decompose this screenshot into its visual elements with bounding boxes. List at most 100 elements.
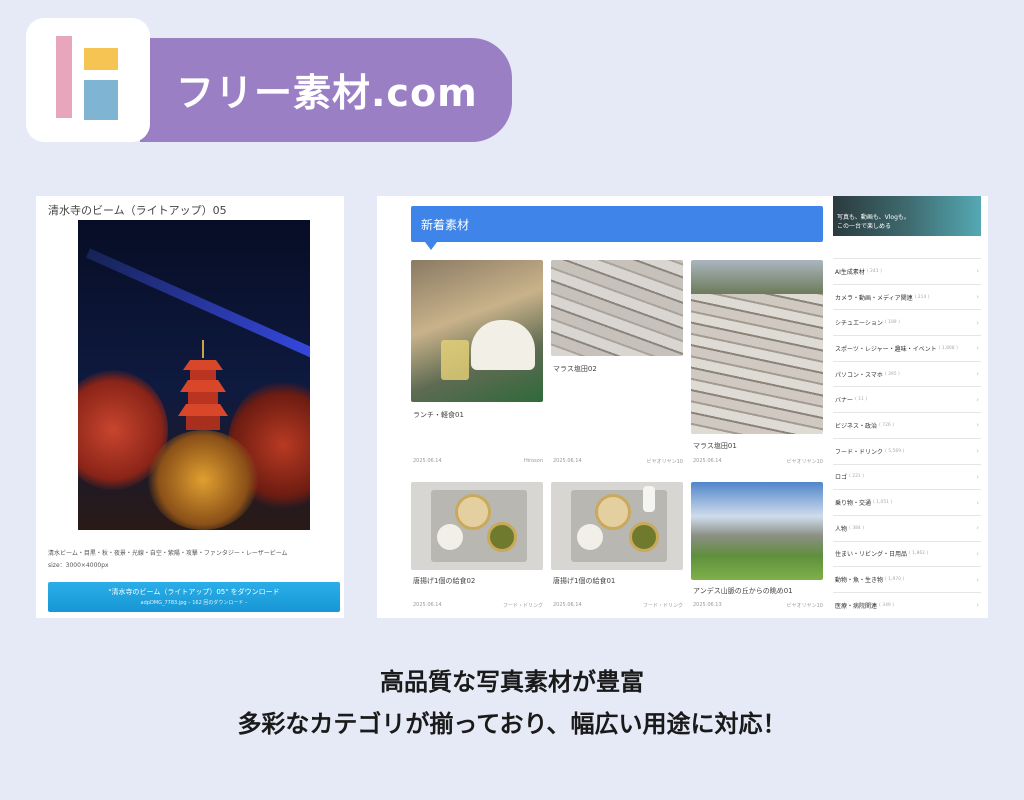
mountain-bg (691, 260, 823, 294)
chevron-right-icon: › (976, 498, 979, 507)
sidebar-category-item[interactable]: フード・ドリンク( 5,569 ) › (833, 437, 981, 464)
burger-box (471, 320, 535, 370)
ad-text: 写真も、動画も、Vlogも。 この一台で楽しめる (837, 213, 910, 231)
category-label: 住まい・リビング・日用品 (835, 551, 908, 559)
category-label: AI生成素材 (835, 268, 865, 276)
ad-text-line1: 写真も、動画も、Vlogも。 (837, 214, 910, 221)
card-title[interactable]: マラス塩田01 (693, 441, 737, 451)
category-count: ( 384 ) (849, 525, 864, 531)
chevron-right-icon: › (976, 421, 979, 430)
download-button[interactable]: "清水寺のビーム（ライトアップ）05" をダウンロード adpDMG_7783.… (48, 582, 340, 612)
sidebar-category-item[interactable]: バナー( 11 ) › (833, 386, 981, 412)
card-thumbnail[interactable] (411, 482, 543, 570)
card-title[interactable]: 唐揚げ1個の給食02 (413, 576, 475, 586)
card-title[interactable]: ランチ・軽食01 (413, 410, 464, 420)
card-thumbnail[interactable] (551, 260, 683, 356)
sidebar-category-item[interactable]: AI生成素材( 241 ) › (833, 258, 981, 284)
category-count: ( 5,569 ) (885, 448, 905, 454)
card-date: 2025.06.14 (413, 458, 442, 464)
category-label: 動物・魚・生き物 (835, 577, 884, 585)
card-author[interactable]: フード・ドリンク (643, 602, 683, 609)
category-count: ( 1,808 ) (938, 345, 958, 351)
category-label: ロゴ (835, 474, 848, 482)
new-materials-heading: 新着素材 (411, 206, 823, 250)
card-author[interactable]: ビヤオリヤン10 (647, 458, 683, 465)
card-thumbnail[interactable] (551, 482, 683, 570)
category-label: シチュエーション (835, 320, 883, 328)
logo-yellow-block (84, 48, 118, 70)
card-date: 2025.06.14 (553, 602, 582, 608)
sidebar-category-item[interactable]: シチュエーション( 189 ) › (833, 309, 981, 335)
category-count: ( 1,970 ) (885, 577, 905, 583)
card-date: 2025.06.14 (413, 602, 442, 608)
category-label: ビジネス・政治 (835, 422, 878, 430)
category-list: AI生成素材( 241 ) › カメラ・動画・メディア関連( 214 ) › シチュエー… (833, 258, 981, 618)
sidebar-category-item[interactable]: ビジネス・政治( 726 ) › (833, 412, 981, 438)
card-author[interactable]: フード・ドリンク (503, 602, 543, 609)
sidebar-category-item[interactable]: ロゴ( 221 ) › (833, 463, 981, 490)
drink-cup (441, 340, 469, 380)
card-title[interactable]: アンデス山脈の丘からの眺め01 (693, 586, 793, 596)
sidebar-category-item[interactable]: 動物・魚・生き物( 1,970 ) › (833, 566, 981, 592)
site-logo[interactable] (26, 18, 150, 142)
card-author[interactable]: ビヤオリヤン10 (787, 602, 823, 609)
chevron-right-icon: › (976, 395, 979, 404)
chevron-right-icon: › (976, 447, 979, 456)
sidebar-category-item[interactable]: カメラ・動画・メディア関連( 214 ) › (833, 283, 981, 310)
card-thumbnail[interactable] (691, 482, 823, 580)
category-count: ( 189 ) (884, 320, 900, 326)
category-label: スポーツ・レジャー・趣味・イベント (835, 345, 937, 353)
category-count: ( 214 ) (914, 294, 930, 300)
chevron-right-icon: › (976, 524, 979, 533)
card-author[interactable]: ビヤオリヤン10 (787, 458, 823, 465)
card-date: 2025.06.14 (693, 458, 722, 464)
pagoda-icon (178, 340, 228, 430)
category-count: ( 221 ) (849, 474, 864, 480)
kiyomizu-photo[interactable] (78, 220, 310, 530)
category-count: ( 1,862 ) (909, 551, 929, 557)
card-title[interactable]: 唐揚げ1個の給食01 (553, 576, 615, 586)
soup-bowl (629, 522, 659, 552)
heading-label: 新着素材 (421, 218, 470, 232)
category-label: バナー (835, 397, 854, 405)
photo-size: size：3000×4000px (48, 562, 109, 569)
milk-bottle (643, 486, 655, 512)
sidebar-category-item[interactable]: 住まい・リビング・日用品( 1,862 ) › (833, 540, 981, 567)
category-label: 乗り物・交通 (835, 500, 872, 508)
listing-page-screenshot: 新着素材 ランチ・軽食01 2025.06.14 Hiroson マラス塩田02… (377, 196, 988, 618)
sidebar-category-item[interactable]: スポーツ・レジャー・趣味・イベント( 1,808 ) › (833, 335, 981, 361)
chevron-right-icon: › (976, 370, 979, 379)
detail-title: 清水寺のビーム（ライトアップ）05 (48, 204, 227, 217)
logo-pink-bar (56, 36, 72, 118)
card-title[interactable]: マラス塩田02 (553, 364, 597, 374)
sidebar-ad[interactable]: 写真も、動画も、Vlogも。 この一台で楽しめる (833, 196, 981, 236)
category-count: ( 395 ) (884, 371, 900, 377)
category-label: パソコン・スマホ (835, 371, 883, 379)
chevron-right-icon: › (976, 293, 979, 302)
chevron-right-icon: › (976, 472, 979, 481)
bowl (595, 494, 631, 530)
sidebar-category-item[interactable]: パソコン・スマホ( 395 ) › (833, 360, 981, 387)
rice-bowl (437, 524, 463, 550)
card-thumbnail[interactable] (691, 260, 823, 434)
card-author[interactable]: Hiroson (524, 458, 543, 464)
chevron-right-icon: › (976, 549, 979, 558)
card-thumbnail[interactable] (411, 260, 543, 402)
caption-subline: 多彩なカテゴリが揃っており、幅広い用途に対応！ (237, 710, 787, 738)
sidebar-category-item[interactable]: 医療・病院関連( 349 ) › (833, 591, 981, 618)
category-count: ( 726 ) (879, 422, 894, 428)
download-subtext: adpDMG_7783.jpg – 162 回のダウンロード – (140, 600, 248, 606)
rice-bowl (577, 524, 603, 550)
caption-headline: 高品質な写真素材が豊富 (380, 668, 644, 696)
ad-text-line2: この一台で楽しめる (837, 223, 892, 230)
logo-blue-block (84, 80, 118, 120)
card-date: 2025.06.13 (693, 602, 722, 608)
bowl (455, 494, 491, 530)
photo-tags: 清水ビーム・目黒・秋・夜景・光線・自空・紫陽・攻撃・ファンタジー・レーザービーム (48, 550, 288, 557)
soup-bowl (487, 522, 517, 552)
category-count: ( 11 ) (855, 397, 868, 403)
sidebar-category-item[interactable]: 人物( 384 ) › (833, 514, 981, 541)
sidebar-category-item[interactable]: 乗り物・交通( 1,051 ) › (833, 489, 981, 515)
salt-terraces (691, 294, 823, 434)
site-name: フリー素材.com (176, 71, 478, 115)
